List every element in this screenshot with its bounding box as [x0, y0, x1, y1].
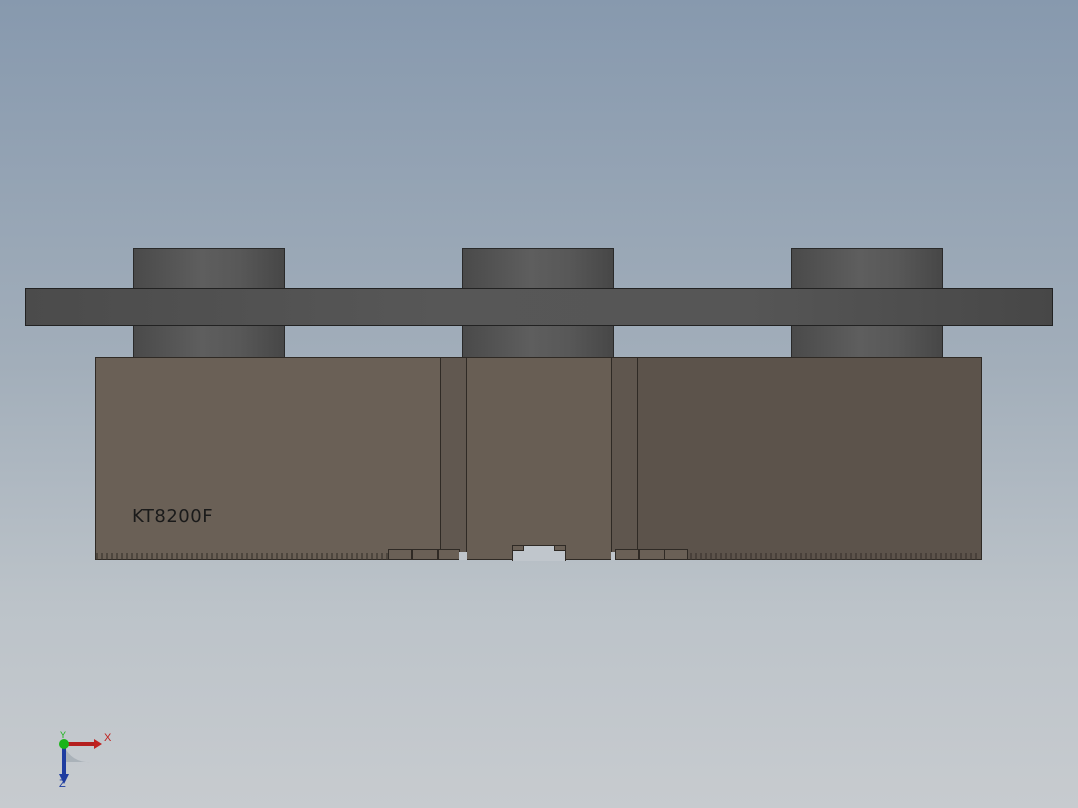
upper-hub-right — [791, 248, 943, 288]
foot-step-right-b — [639, 549, 665, 560]
link-block-center — [466, 357, 612, 560]
y-axis-dot-icon — [59, 739, 69, 749]
chain-plate — [25, 288, 1053, 326]
foot-step-left-a — [388, 549, 412, 560]
upper-hub-left — [133, 248, 285, 288]
part-engraving-label: KT8200F — [132, 506, 214, 527]
upper-hub-center — [462, 248, 614, 288]
center-notch-lip-right — [554, 545, 566, 551]
lower-hub-center — [462, 326, 614, 358]
axis-triad[interactable]: X Y Z — [50, 728, 120, 794]
z-axis-label: Z — [59, 778, 66, 790]
graphics-viewport[interactable]: KT8200F X Y Z — [0, 0, 1078, 808]
link-block-right — [637, 357, 982, 560]
lower-hub-left — [133, 326, 285, 358]
foot-step-left-c — [438, 549, 460, 560]
foot-gap-left — [459, 552, 467, 560]
y-axis-label: Y — [60, 730, 67, 740]
x-axis-arrow-icon — [94, 739, 102, 749]
triad-plane-shade — [64, 746, 90, 763]
foot-step-left-b — [412, 549, 438, 560]
center-notch-lip-left — [512, 545, 524, 551]
foot-step-right-a — [615, 549, 639, 560]
foot-step-right-c — [664, 549, 688, 560]
link-slot-left — [440, 357, 467, 560]
link-block-left — [95, 357, 441, 560]
lower-hub-right — [791, 326, 943, 358]
x-axis-label: X — [104, 732, 112, 744]
link-slot-right — [611, 357, 638, 560]
